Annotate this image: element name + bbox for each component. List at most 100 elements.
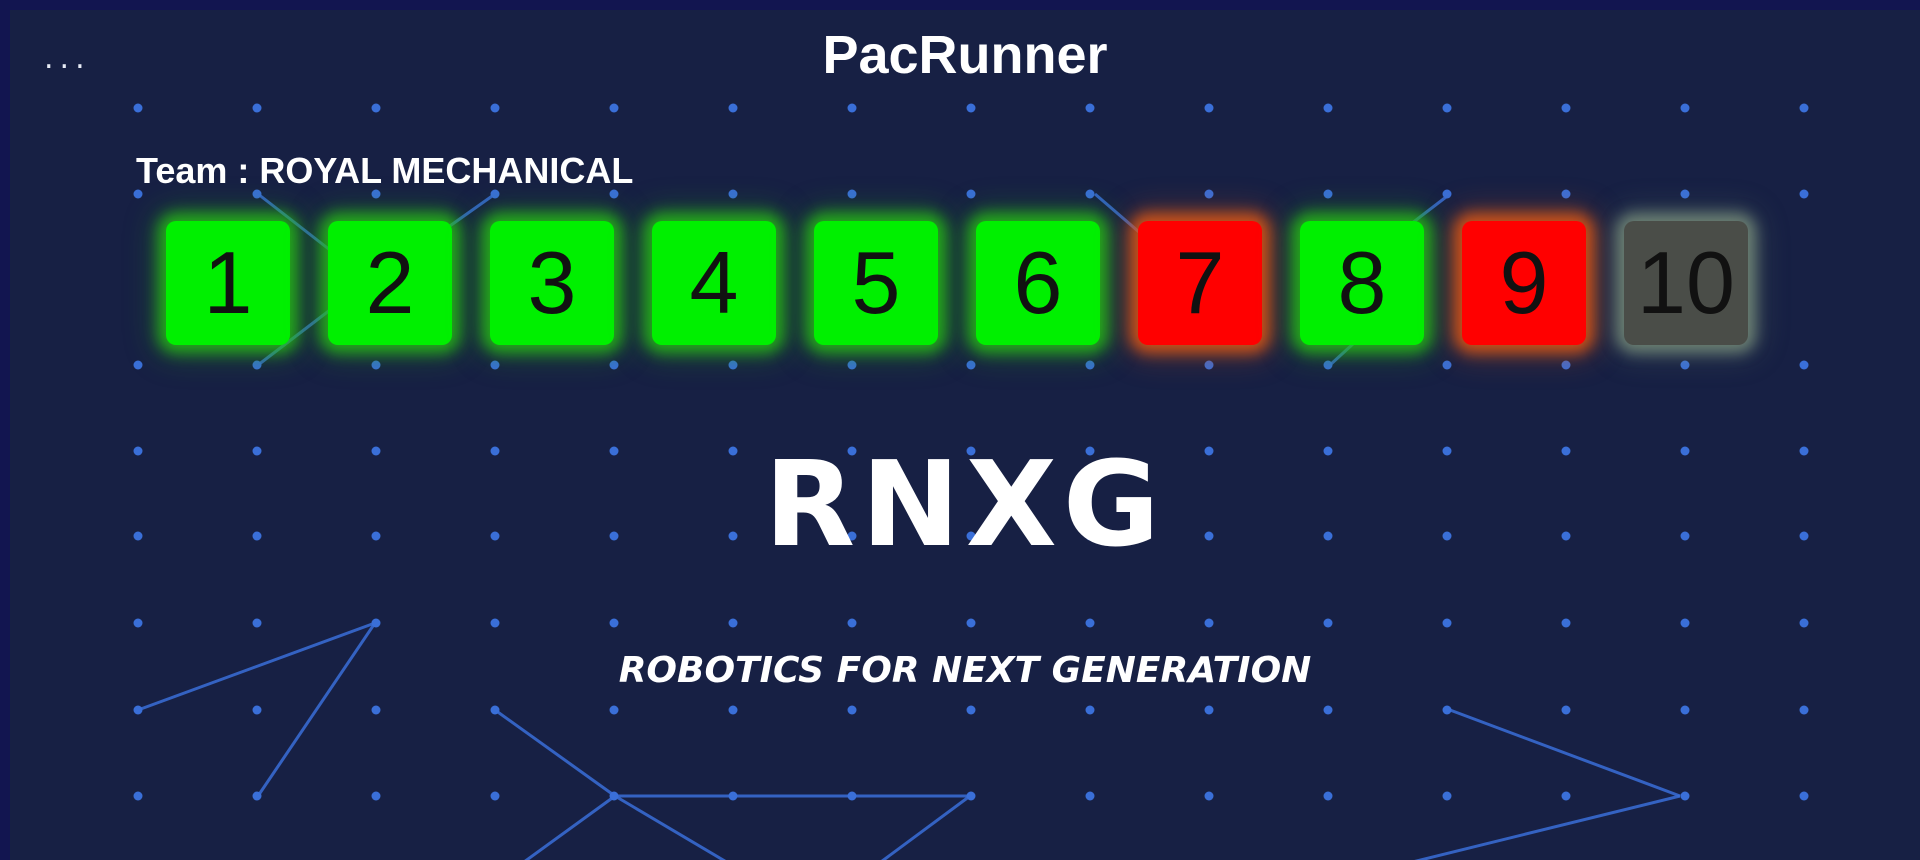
grid-dot — [1085, 618, 1095, 628]
game-screen: ... PacRunner Team : ROYAL MECHANICAL 1 … — [10, 10, 1920, 860]
grid-dot — [1204, 618, 1214, 628]
grid-dot — [1323, 103, 1333, 113]
game-title: PacRunner — [822, 25, 1108, 85]
grid-dot — [1085, 189, 1095, 199]
grid-dot — [609, 360, 619, 370]
grid-dot — [1799, 189, 1809, 199]
grid-dot — [1323, 705, 1333, 715]
grid-dot — [133, 360, 143, 370]
network-line — [614, 794, 727, 860]
grid-dot — [1799, 791, 1809, 801]
grid-dot — [252, 705, 262, 715]
grid-dot — [847, 103, 857, 113]
grid-dot — [371, 705, 381, 715]
grid-dot — [252, 103, 262, 113]
grid-dot — [1323, 618, 1333, 628]
grid-dot — [1561, 189, 1571, 199]
grid-dot — [966, 705, 976, 715]
grid-dot — [1680, 103, 1690, 113]
grid-dot — [1204, 360, 1214, 370]
grid-dot — [1442, 103, 1452, 113]
grid-dot — [1561, 618, 1571, 628]
grid-dot — [847, 360, 857, 370]
grid-dot — [1680, 360, 1690, 370]
grid-dot — [1561, 705, 1571, 715]
grid-dot — [1442, 618, 1452, 628]
grid-dot — [490, 705, 500, 715]
grid-dot — [1204, 705, 1214, 715]
grid-dot — [1323, 189, 1333, 199]
grid-dot — [966, 618, 976, 628]
grid-dot — [490, 103, 500, 113]
grid-dot — [1442, 189, 1452, 199]
grid-dot — [728, 189, 738, 199]
grid-dot — [847, 791, 857, 801]
grid-dot — [728, 705, 738, 715]
grid-dot — [1561, 360, 1571, 370]
grid-dot — [1204, 103, 1214, 113]
grid-dot — [728, 103, 738, 113]
level-button-8[interactable]: 8 — [1300, 221, 1424, 345]
grid-dot — [966, 189, 976, 199]
network-line — [1414, 794, 1681, 860]
grid-dot — [847, 705, 857, 715]
grid-dot — [490, 618, 500, 628]
level-button-4[interactable]: 4 — [652, 221, 776, 345]
level-selector: 1 2 3 4 5 6 7 8 9 10 — [166, 221, 1748, 345]
grid-dot — [1799, 360, 1809, 370]
network-line — [256, 622, 377, 797]
grid-dot — [1680, 705, 1690, 715]
grid-dot — [1799, 103, 1809, 113]
grid-dot — [966, 791, 976, 801]
grid-dot — [1085, 103, 1095, 113]
grid-dot — [371, 103, 381, 113]
grid-dot — [847, 189, 857, 199]
grid-dot — [371, 791, 381, 801]
grid-dot — [133, 705, 143, 715]
grid-dot — [133, 791, 143, 801]
level-button-1[interactable]: 1 — [166, 221, 290, 345]
grid-dot — [1204, 189, 1214, 199]
grid-dot — [609, 705, 619, 715]
grid-dot — [1799, 705, 1809, 715]
grid-dot — [609, 618, 619, 628]
grid-dot — [728, 360, 738, 370]
grid-dot — [1323, 360, 1333, 370]
grid-dot — [252, 791, 262, 801]
network-line — [524, 794, 616, 860]
grid-dot — [1442, 360, 1452, 370]
grid-dot — [966, 103, 976, 113]
grid-dot — [728, 618, 738, 628]
network-line — [1449, 708, 1681, 798]
grid-dot — [728, 791, 738, 801]
network-line — [494, 708, 616, 798]
level-button-6[interactable]: 6 — [976, 221, 1100, 345]
grid-dot — [1204, 791, 1214, 801]
level-button-3[interactable]: 3 — [490, 221, 614, 345]
grid-dot — [1680, 791, 1690, 801]
grid-dot — [1680, 189, 1690, 199]
grid-dot — [1085, 705, 1095, 715]
grid-dot — [1085, 360, 1095, 370]
level-button-10[interactable]: 10 — [1624, 221, 1748, 345]
grid-dot — [252, 618, 262, 628]
grid-dot — [1561, 103, 1571, 113]
grid-dot — [1442, 705, 1452, 715]
grid-dot — [1323, 791, 1333, 801]
grid-dot — [371, 360, 381, 370]
grid-dot — [966, 360, 976, 370]
grid-dot — [1085, 791, 1095, 801]
tagline: ROBOTICS FOR NEXT GENERATION — [618, 650, 1312, 691]
level-button-9[interactable]: 9 — [1462, 221, 1586, 345]
grid-dot — [252, 360, 262, 370]
network-line — [880, 794, 971, 860]
grid-dot — [1442, 791, 1452, 801]
grid-dot — [847, 618, 857, 628]
level-button-5[interactable]: 5 — [814, 221, 938, 345]
level-button-7[interactable]: 7 — [1138, 221, 1262, 345]
level-button-2[interactable]: 2 — [328, 221, 452, 345]
team-label: Team : ROYAL MECHANICAL — [136, 150, 634, 191]
grid-dot — [133, 103, 143, 113]
grid-dot — [133, 618, 143, 628]
grid-dot — [490, 360, 500, 370]
